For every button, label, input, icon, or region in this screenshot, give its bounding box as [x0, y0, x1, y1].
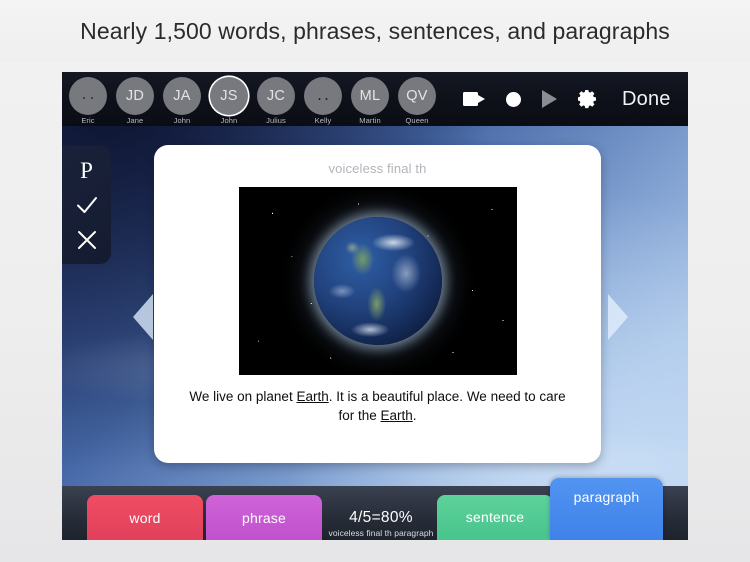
score-display: 4/5=80% voiceless final th paragraph [325, 509, 437, 538]
score-detail: voiceless final th paragraph [328, 528, 434, 538]
target-sound-label: voiceless final th [328, 161, 427, 176]
check-icon [75, 194, 99, 216]
card-image [238, 187, 517, 375]
avatar-initials: JS [210, 76, 248, 115]
tab-phrase[interactable]: phrase [206, 495, 322, 540]
settings-button[interactable] [578, 89, 598, 109]
mark-incorrect-button[interactable] [72, 225, 102, 255]
avatar-initials: JD [116, 76, 154, 115]
avatar-jane[interactable]: JD Jane [116, 74, 154, 125]
tab-word[interactable]: word [87, 495, 203, 540]
flashcard[interactable]: voiceless final th We live on planet Ear… [154, 145, 601, 463]
avatar-photo-eric [69, 76, 107, 115]
record-circle-icon [506, 91, 521, 107]
next-card-arrow[interactable] [608, 294, 628, 340]
video-record-button[interactable] [463, 92, 485, 106]
app-screen: Eric JD Jane JA John JS John JC Julius K… [62, 72, 688, 540]
done-button[interactable]: Done [622, 88, 671, 111]
avatar-initials: JC [257, 76, 295, 115]
tab-paragraph[interactable]: paragraph [550, 478, 663, 540]
mark-correct-button[interactable] [72, 190, 102, 220]
avatar-eric[interactable]: Eric [69, 74, 107, 125]
avatar-name: Jane [126, 115, 144, 125]
avatar-martin[interactable]: ML Martin [351, 74, 389, 125]
avatar-queen[interactable]: QV Queen [398, 74, 436, 125]
avatar-name: Eric [81, 115, 95, 125]
prompt-button[interactable]: P [72, 155, 102, 185]
top-toolbar: Eric JD Jane JA John JS John JC Julius K… [62, 72, 688, 126]
avatar-photo-kelly [304, 76, 342, 115]
play-triangle-icon [542, 90, 557, 108]
video-camera-icon [463, 92, 485, 106]
avatar-john-ja[interactable]: JA John [163, 74, 201, 125]
page-root: Nearly 1,500 words, phrases, sentences, … [0, 0, 750, 562]
tab-sentence[interactable]: sentence [437, 495, 553, 540]
play-button[interactable] [542, 90, 557, 108]
avatar-kelly[interactable]: Kelly [304, 74, 342, 125]
avatar-name: John [220, 115, 238, 125]
toolbar-actions: Done [463, 88, 671, 111]
avatar-name: Queen [405, 115, 429, 125]
avatar-initials: QV [398, 76, 436, 115]
avatar-name: Julius [266, 115, 286, 125]
avatar-name: Martin [359, 115, 381, 125]
avatar-name: Kelly [314, 115, 332, 125]
scoring-pad: P [62, 146, 111, 264]
avatar-initials: ML [351, 76, 389, 115]
category-tab-bar: word phrase 4/5=80% voiceless final th p… [62, 478, 688, 540]
audio-record-button[interactable] [506, 91, 521, 107]
page-headline: Nearly 1,500 words, phrases, sentences, … [0, 0, 750, 62]
earth-planet-image [313, 217, 442, 345]
x-icon [75, 228, 99, 252]
student-avatar-list: Eric JD Jane JA John JS John JC Julius K… [62, 74, 436, 125]
previous-card-arrow[interactable] [133, 294, 153, 340]
avatar-john-js-selected[interactable]: JS John [210, 74, 248, 125]
avatar-julius[interactable]: JC Julius [257, 74, 295, 125]
card-sentence: We live on planet Earth. It is a beautif… [189, 389, 566, 424]
score-percent: 4/5=80% [349, 509, 413, 526]
avatar-name: John [173, 115, 191, 125]
gear-icon [578, 89, 598, 109]
avatar-initials: JA [163, 76, 201, 115]
